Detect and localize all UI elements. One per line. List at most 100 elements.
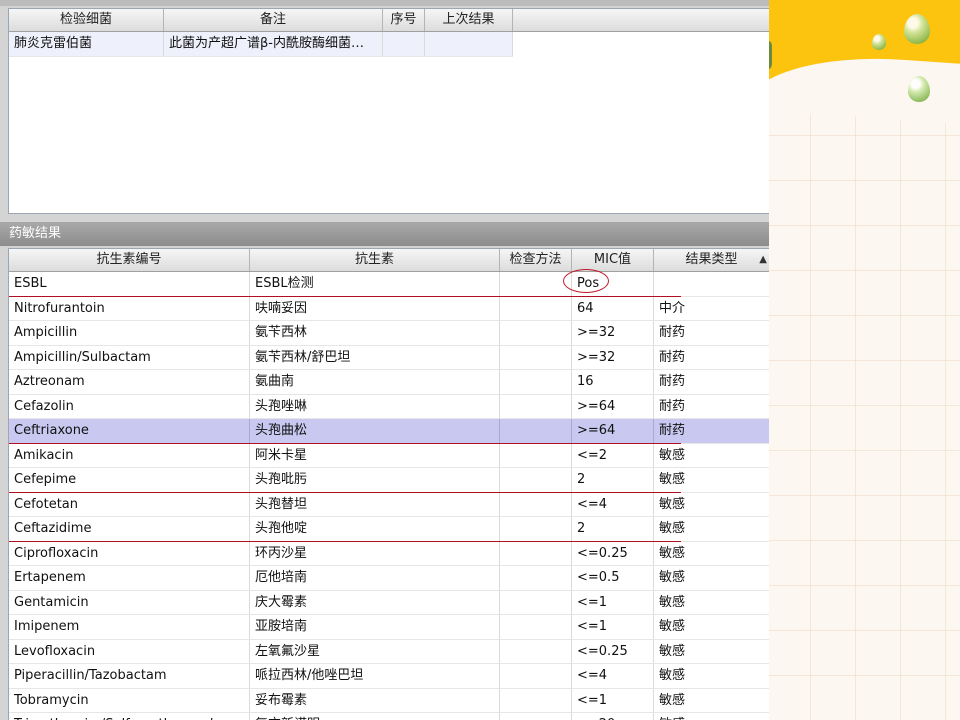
table-row[interactable]: Ceftazidime 头孢他啶 2 敏感 xyxy=(9,517,769,542)
annotation-circle xyxy=(563,269,609,293)
sort-up-icon[interactable]: ▲ xyxy=(759,249,767,271)
result-type-cell: 耐药 xyxy=(654,321,769,345)
mic-value-cell: <=4 xyxy=(572,664,654,688)
antibiotic-name-cell: 头孢替坦 xyxy=(250,492,500,516)
antibiotic-code-cell: Cefazolin xyxy=(9,394,250,418)
antibiotic-name-cell: 庆大霉素 xyxy=(250,590,500,614)
table-row[interactable]: Cefazolin 头孢唑啉 >=64 耐药 xyxy=(9,394,769,419)
antibiotic-name-cell: 阿米卡星 xyxy=(250,443,500,467)
method-cell xyxy=(500,468,572,492)
column-header-bacteria[interactable]: 检验细菌 xyxy=(9,9,164,31)
result-type-cell: 耐药 xyxy=(654,346,769,370)
column-header-antibiotic-code[interactable]: 抗生素编号 xyxy=(9,249,250,271)
mic-value-cell: <=1 xyxy=(572,688,654,712)
method-cell xyxy=(500,639,572,663)
table-row[interactable]: Imipenem 亚胺培南 <=1 敏感 xyxy=(9,615,769,640)
mic-value-cell: >=64 xyxy=(572,394,654,418)
result-type-cell: 敏感 xyxy=(654,615,769,639)
result-type-cell: 敏感 xyxy=(654,640,769,664)
table-row[interactable]: Nitrofurantoin 呋喃妥因 64 中介 xyxy=(9,296,769,321)
mic-value-cell: 2 xyxy=(572,517,654,541)
antibiotic-name-cell: 氨苄西林/舒巴坦 xyxy=(250,345,500,369)
antibiotic-name-cell: 妥布霉素 xyxy=(250,688,500,712)
mic-value-cell: >=64 xyxy=(572,419,654,443)
table-row[interactable]: Piperacillin/Tazobactam 哌拉西林/他唑巴坦 <=4 敏感 xyxy=(9,664,769,689)
antibiotic-name-cell: 哌拉西林/他唑巴坦 xyxy=(250,664,500,688)
result-type-cell: 敏感 xyxy=(654,591,769,615)
column-header-method[interactable]: 检查方法 xyxy=(500,249,572,271)
method-cell xyxy=(500,713,572,720)
antibiotic-code-cell: Aztreonam xyxy=(9,370,250,394)
method-cell xyxy=(500,394,572,418)
antibiotic-name-cell: 氨曲南 xyxy=(250,370,500,394)
column-header-seq[interactable]: 序号 xyxy=(383,9,425,31)
method-cell xyxy=(500,541,572,565)
table-row[interactable]: Tobramycin 妥布霉素 <=1 敏感 xyxy=(9,688,769,713)
table-row[interactable]: Amikacin 阿米卡星 <=2 敏感 xyxy=(9,443,769,468)
table-row[interactable]: ESBL ESBL检测 Pos xyxy=(9,272,769,297)
table-row[interactable]: Ceftriaxone 头孢曲松 >=64 耐药 xyxy=(9,419,769,444)
table-row[interactable]: Aztreonam 氨曲南 16 耐药 xyxy=(9,370,769,395)
table-row[interactable]: Cefepime 头孢吡肟 2 敏感 xyxy=(9,468,769,493)
mic-value-cell: >=32 xyxy=(572,345,654,369)
result-type-cell: 敏感 xyxy=(654,566,769,590)
antibiotic-code-cell: Cefotetan xyxy=(9,492,250,516)
bacteria-grid: 检验细菌 备注 序号 上次结果 肺炎克雷伯菌 此菌为产超广谱β-内酰胺酶细菌… xyxy=(8,8,769,214)
column-header-result-type[interactable]: 结果类型 ▲ xyxy=(654,249,769,271)
table-row[interactable]: Ciprofloxacin 环丙沙星 <=0.25 敏感 xyxy=(9,541,769,566)
table-row[interactable]: Ampicillin 氨苄西林 >=32 耐药 xyxy=(9,321,769,346)
method-cell xyxy=(500,688,572,712)
last-result-cell xyxy=(425,32,513,56)
antibiotic-name-cell: 呋喃妥因 xyxy=(250,296,500,320)
antibiotic-name-cell: 头孢他啶 xyxy=(250,517,500,541)
method-cell xyxy=(500,517,572,541)
antibiotic-name-cell: 头孢曲松 xyxy=(250,419,500,443)
result-type-cell: 敏感 xyxy=(654,542,769,566)
table-row[interactable]: Trimethoprim/Sulfamethoxazole复方新诺明 <=20敏感 xyxy=(9,713,769,720)
result-type-cell: 敏感 xyxy=(654,713,769,720)
table-row[interactable]: Ertapenem 厄他培南 <=0.5 敏感 xyxy=(9,566,769,591)
antibiotic-name-cell: 头孢唑啉 xyxy=(250,394,500,418)
result-type-cell: 耐药 xyxy=(654,419,769,443)
bacteria-row[interactable]: 肺炎克雷伯菌 此菌为产超广谱β-内酰胺酶细菌… xyxy=(9,32,513,57)
antibiotic-code-cell: Ciprofloxacin xyxy=(9,541,250,565)
mic-value-cell: <=0.25 xyxy=(572,639,654,663)
seq-cell xyxy=(383,32,425,56)
column-header-remark[interactable]: 备注 xyxy=(164,9,383,31)
antibiotic-code-cell: Amikacin xyxy=(9,443,250,467)
column-header-mic[interactable]: MIC值 xyxy=(572,249,654,271)
table-row[interactable]: Ampicillin/Sulbactam 氨苄西林/舒巴坦 >=32 耐药 xyxy=(9,345,769,370)
result-type-cell: 中介 xyxy=(654,297,769,321)
antibiotic-name-cell: ESBL检测 xyxy=(250,272,500,296)
antibiotic-code-cell: Tobramycin xyxy=(9,688,250,712)
window-top-strip xyxy=(0,0,769,6)
method-cell xyxy=(500,443,572,467)
method-cell xyxy=(500,492,572,516)
antibiotic-name-cell: 氨苄西林 xyxy=(250,321,500,345)
mic-value-cell: 2 xyxy=(572,468,654,492)
mic-value-cell: <=0.25 xyxy=(572,541,654,565)
remark-cell: 此菌为产超广谱β-内酰胺酶细菌… xyxy=(164,32,383,56)
antibiotic-name-cell: 厄他培南 xyxy=(250,566,500,590)
column-header-antibiotic[interactable]: 抗生素 xyxy=(250,249,500,271)
result-type-cell: 敏感 xyxy=(654,444,769,468)
mic-value-cell: <=0.5 xyxy=(572,566,654,590)
antibiotic-code-cell: Gentamicin xyxy=(9,590,250,614)
antibiotic-name-cell: 左氧氟沙星 xyxy=(250,639,500,663)
column-header-last-result[interactable]: 上次结果 xyxy=(425,9,513,31)
table-row[interactable]: Gentamicin 庆大霉素 <=1 敏感 xyxy=(9,590,769,615)
susceptibility-grid-header: 抗生素编号 抗生素 检查方法 MIC值 结果类型 ▲ xyxy=(9,249,769,272)
antibiotic-code-cell: Ceftazidime xyxy=(9,517,250,541)
water-drop-icon xyxy=(872,34,886,50)
water-drop-icon xyxy=(904,14,930,44)
decorative-background xyxy=(766,0,960,720)
table-row[interactable]: Cefotetan 头孢替坦 <=4 敏感 xyxy=(9,492,769,517)
mic-value-cell: <=1 xyxy=(572,615,654,639)
method-cell xyxy=(500,590,572,614)
antibiotic-code-cell: Imipenem xyxy=(9,615,250,639)
mic-value-cell: <=20 xyxy=(572,713,654,720)
method-cell xyxy=(500,370,572,394)
result-type-cell: 敏感 xyxy=(654,517,769,541)
table-row[interactable]: Levofloxacin 左氧氟沙星 <=0.25 敏感 xyxy=(9,639,769,664)
method-cell xyxy=(500,272,572,296)
